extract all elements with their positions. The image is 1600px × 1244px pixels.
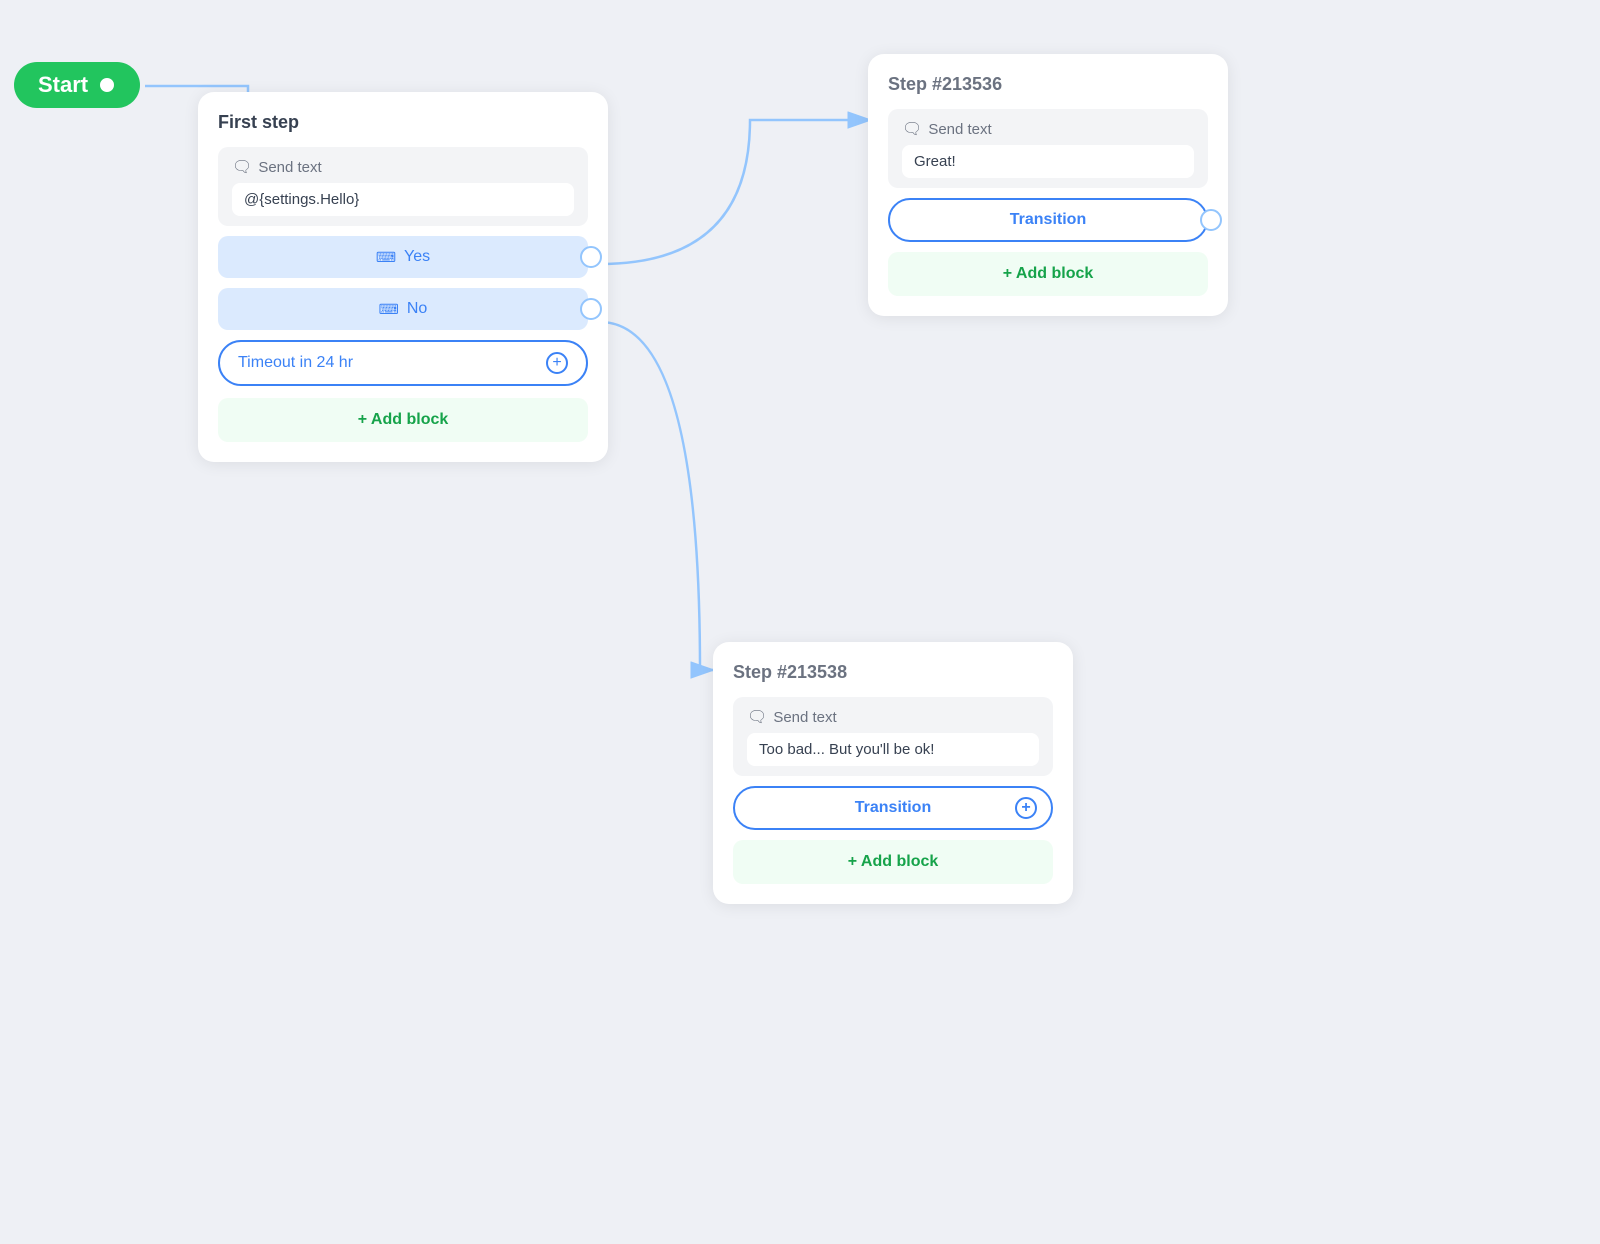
step-213536-send-text-block: 🗨 Send text Great!	[888, 109, 1208, 188]
first-step-send-text-value: @{settings.Hello}	[232, 183, 574, 216]
step-213538-send-text-label: 🗨 Send text	[747, 707, 1039, 727]
step-213536-transition-connector	[1200, 209, 1222, 231]
message-icon-213538: 🗨	[747, 707, 767, 727]
step-213536-transition-button[interactable]: Transition	[888, 198, 1208, 242]
start-node: Start	[14, 62, 140, 108]
first-step-title: First step	[218, 112, 588, 133]
yes-button[interactable]: ⌨ Yes	[218, 236, 588, 278]
step-213538-send-text-block: 🗨 Send text Too bad... But you'll be ok!	[733, 697, 1053, 776]
step-213538-send-text-value: Too bad... But you'll be ok!	[747, 733, 1039, 766]
first-step-add-block-button[interactable]: + Add block	[218, 398, 588, 442]
step-213536-number: Step #213536	[888, 74, 1208, 95]
message-icon-213536: 🗨	[902, 119, 922, 139]
step-213536-send-text-label: 🗨 Send text	[902, 119, 1194, 139]
step-213538-transition-plus: +	[1015, 797, 1037, 819]
step-213538-number: Step #213538	[733, 662, 1053, 683]
yes-connector	[580, 246, 602, 268]
step-213536-card: Step #213536 🗨 Send text Great! Transiti…	[868, 54, 1228, 316]
timeout-plus-icon: +	[546, 352, 568, 374]
start-connector	[98, 76, 116, 94]
no-button[interactable]: ⌨ No	[218, 288, 588, 330]
keyboard-icon-yes: ⌨	[376, 249, 396, 266]
timeout-button[interactable]: Timeout in 24 hr +	[218, 340, 588, 386]
first-step-send-text-block: 🗨 Send text @{settings.Hello}	[218, 147, 588, 226]
first-step-send-text-label: 🗨 Send text	[232, 157, 574, 177]
message-icon: 🗨	[232, 157, 252, 177]
step-213536-send-text-value: Great!	[902, 145, 1194, 178]
start-label: Start	[38, 72, 88, 98]
keyboard-icon-no: ⌨	[379, 301, 399, 318]
step-213538-card: Step #213538 🗨 Send text Too bad... But …	[713, 642, 1073, 904]
step-213538-transition-button[interactable]: Transition +	[733, 786, 1053, 830]
no-connector	[580, 298, 602, 320]
step-213536-add-block-button[interactable]: + Add block	[888, 252, 1208, 296]
first-step-card: First step 🗨 Send text @{settings.Hello}…	[198, 92, 608, 462]
step-213538-add-block-button[interactable]: + Add block	[733, 840, 1053, 884]
